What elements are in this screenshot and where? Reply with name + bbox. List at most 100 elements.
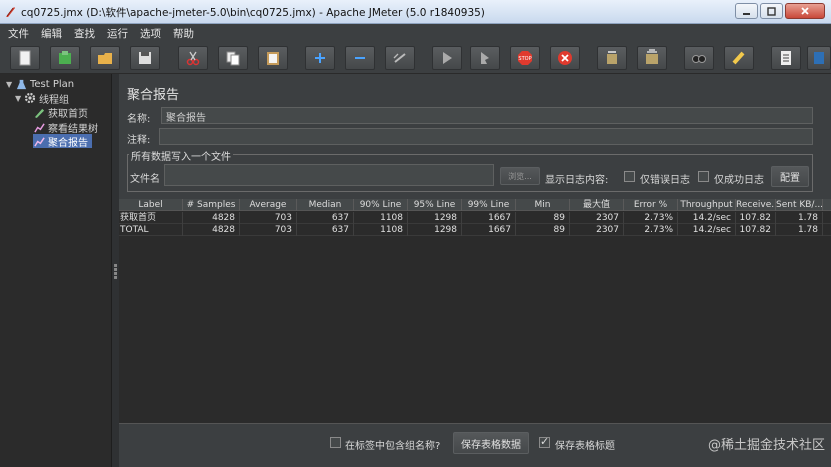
open-icon: [98, 53, 112, 64]
svg-text:STOP: STOP: [518, 56, 531, 62]
col-max[interactable]: 最大值: [570, 199, 624, 211]
template-icon: [59, 51, 71, 64]
panel-splitter[interactable]: ▪ ▪ ▪ ▪: [112, 74, 119, 467]
page-title: 聚合报告: [127, 88, 180, 103]
browse-button[interactable]: 浏览...: [500, 167, 540, 185]
toolbar: STOP: [0, 42, 831, 74]
templates-button[interactable]: [50, 46, 80, 70]
col-error-pct[interactable]: Error %: [624, 199, 678, 211]
reset-search-icon: [732, 51, 745, 65]
tree-item-aggregate-report[interactable]: 聚合报告: [33, 134, 92, 149]
start-button[interactable]: [432, 46, 462, 70]
table-row[interactable]: 获取首页 4828 703 637 1108 1298 1667 89 2307…: [119, 212, 831, 224]
col-90-line[interactable]: 90% Line: [354, 199, 408, 211]
pen-icon: [33, 106, 45, 118]
toggle-icon: [393, 53, 406, 63]
cut-button[interactable]: [178, 46, 208, 70]
expand-icon: [315, 53, 325, 63]
start-no-pauses-button[interactable]: [470, 46, 500, 70]
menu-help[interactable]: 帮助: [173, 26, 194, 41]
filename-input[interactable]: [164, 164, 494, 186]
paste-icon: [267, 52, 279, 65]
menu-file[interactable]: 文件: [8, 26, 29, 41]
menu-bar: 文件 编辑 查找 运行 选项 帮助: [0, 24, 831, 42]
log-display-label: 显示日志内容:: [545, 175, 609, 186]
success-only-label: 仅成功日志: [714, 175, 764, 186]
collapse-icon: [355, 57, 365, 59]
window-titlebar: cq0725.jmx (D:\软件\apache-jmeter-5.0\bin\…: [0, 0, 831, 24]
configure-button[interactable]: 配置: [771, 166, 809, 187]
expand-all-button[interactable]: [305, 46, 335, 70]
maximize-button[interactable]: [760, 3, 783, 19]
open-button[interactable]: [90, 46, 120, 70]
stop-button[interactable]: STOP: [510, 46, 540, 70]
expand-caret-icon[interactable]: ▼: [6, 80, 15, 89]
col-average[interactable]: Average: [240, 199, 297, 211]
help-icon: [814, 52, 824, 64]
save-icon: [139, 52, 151, 64]
maximize-icon: [767, 6, 776, 16]
search-icon: [692, 55, 706, 63]
col-label[interactable]: Label: [119, 199, 183, 211]
new-icon: [19, 50, 31, 66]
success-only-checkbox[interactable]: [698, 171, 709, 182]
col-99-line[interactable]: 99% Line: [462, 199, 516, 211]
shutdown-button[interactable]: [550, 46, 580, 70]
menu-edit[interactable]: 编辑: [41, 26, 62, 41]
col-samples[interactable]: # Samples: [183, 199, 240, 211]
comment-label: 注释:: [127, 135, 151, 146]
include-group-name-checkbox[interactable]: [330, 437, 341, 448]
menu-search[interactable]: 查找: [74, 26, 95, 41]
filename-label: 文件名: [130, 174, 160, 185]
menu-run[interactable]: 运行: [107, 26, 128, 41]
clear-button[interactable]: [597, 46, 627, 70]
paste-button[interactable]: [258, 46, 288, 70]
save-table-header-label: 保存表格标题: [555, 441, 615, 452]
tree-item-view-results-tree[interactable]: 察看结果树: [33, 120, 98, 135]
minimize-icon: [743, 12, 750, 15]
flask-icon: [15, 78, 27, 90]
stop-icon: STOP: [518, 51, 532, 65]
save-table-header-checkbox[interactable]: [539, 435, 550, 448]
new-button[interactable]: [10, 46, 40, 70]
graph-icon: [33, 135, 45, 147]
comment-field[interactable]: [159, 128, 813, 145]
col-sent[interactable]: Sent KB/...: [776, 199, 823, 211]
table-row[interactable]: TOTAL 4828 703 637 1108 1298 1667 89 230…: [119, 224, 831, 236]
tree-item-get-homepage[interactable]: 获取首页: [33, 105, 88, 120]
tree-item-test-plan[interactable]: ▼ Test Plan: [6, 77, 74, 91]
expand-caret-icon[interactable]: ▼: [15, 94, 24, 103]
errors-only-checkbox[interactable]: [624, 171, 635, 182]
jmeter-feather-icon: [4, 5, 17, 18]
minimize-button[interactable]: [735, 3, 758, 19]
function-helper-button[interactable]: [771, 46, 801, 70]
col-95-line[interactable]: 95% Line: [408, 199, 462, 211]
col-median[interactable]: Median: [297, 199, 354, 211]
close-icon: [801, 7, 809, 15]
clear-all-button[interactable]: [637, 46, 667, 70]
search-button[interactable]: [684, 46, 714, 70]
toggle-button[interactable]: [385, 46, 415, 70]
collapse-all-button[interactable]: [345, 46, 375, 70]
col-min[interactable]: Min: [516, 199, 570, 211]
test-plan-tree: ▼ Test Plan ▼ 线程组 获取首页 察看结果树 聚合报告: [0, 74, 112, 467]
col-throughput[interactable]: Throughput: [678, 199, 736, 211]
menu-options[interactable]: 选项: [140, 26, 161, 41]
tree-item-thread-group[interactable]: ▼ 线程组: [15, 91, 69, 106]
aggregate-report-panel: 聚合报告 名称: 聚合报告 注释: 所有数据写入一个文件 文件名 浏览... 显…: [119, 74, 831, 467]
reset-search-button[interactable]: [724, 46, 754, 70]
close-button[interactable]: [785, 3, 825, 19]
save-button[interactable]: [130, 46, 160, 70]
errors-only-label: 仅错误日志: [640, 175, 690, 186]
function-helper-icon: [781, 51, 791, 65]
results-table: Label # Samples Average Median 90% Line …: [119, 199, 831, 423]
help-button[interactable]: [807, 46, 831, 70]
save-table-data-button[interactable]: 保存表格数据: [453, 432, 529, 454]
name-field[interactable]: 聚合报告: [161, 107, 813, 124]
col-received[interactable]: Receive...: [736, 199, 776, 211]
gear-icon: [24, 92, 36, 104]
copy-icon: [226, 51, 240, 66]
cut-icon: [186, 51, 200, 66]
splitter-grip-icon: ▪ ▪ ▪ ▪: [113, 262, 118, 281]
copy-button[interactable]: [218, 46, 248, 70]
